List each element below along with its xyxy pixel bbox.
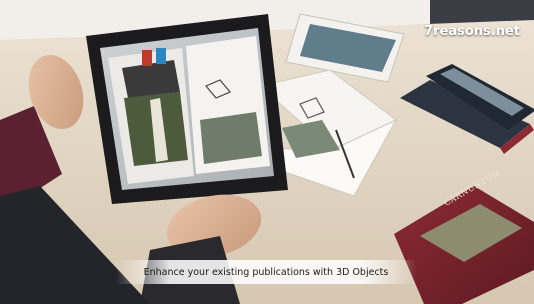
ar-right-photo <box>200 112 262 164</box>
ar-tower-red <box>142 50 152 66</box>
caption-text: Enhance your existing publications with … <box>143 266 389 278</box>
ar-tower-blue <box>156 48 166 64</box>
video-frame: CARNUNTUM 7reasons.net Enhance your exis… <box>0 0 534 304</box>
watermark-logo: 7reasons.net <box>424 24 520 39</box>
scene: CARNUNTUM <box>0 0 534 304</box>
caption-band: Enhance your existing publications with … <box>116 260 416 284</box>
